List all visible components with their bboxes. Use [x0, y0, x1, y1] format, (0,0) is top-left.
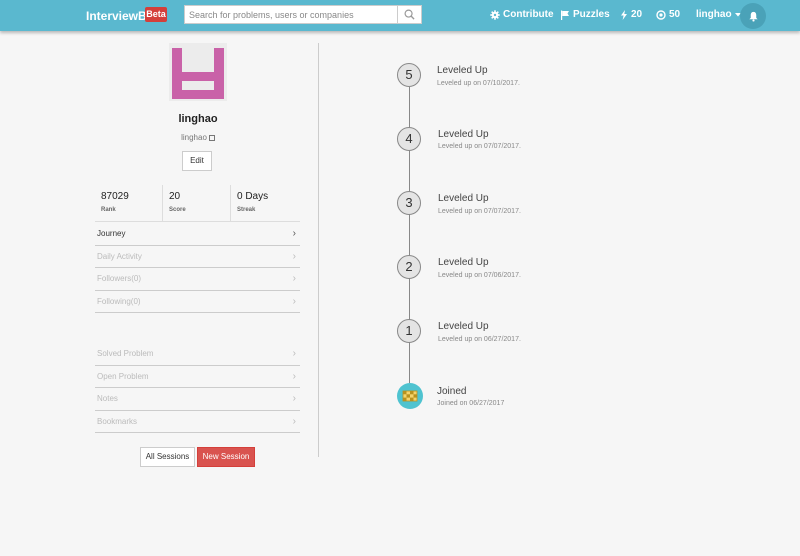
menu-item-followers[interactable]: Followers(0) ›: [95, 268, 300, 291]
new-session-button[interactable]: New Session: [197, 447, 255, 467]
stat-rank-label: Rank: [101, 207, 116, 213]
timeline-event-date: Leveled up on 07/06/2017.: [438, 272, 521, 279]
coins-indicator[interactable]: 50: [656, 9, 680, 20]
streak-indicator[interactable]: 20: [620, 9, 642, 20]
menu-item-bookmarks[interactable]: Bookmarks ›: [95, 411, 300, 433]
contribute-label: Contribute: [503, 9, 554, 20]
edit-profile-button[interactable]: Edit: [182, 151, 212, 171]
stat-streak-value: 0 Days: [237, 191, 269, 202]
timeline-level-badge: 1: [397, 319, 421, 343]
puzzles-link[interactable]: Puzzles: [560, 9, 610, 20]
menu-item-label: Solved Problem: [97, 349, 154, 358]
chevron-right-icon: ›: [292, 250, 296, 262]
timeline-event-title: Leveled Up: [438, 257, 489, 268]
menu-item-journey[interactable]: Journey ›: [95, 223, 300, 246]
menu-item-label: Bookmarks: [97, 416, 138, 426]
menu-item-daily-activity[interactable]: Daily Activity ›: [95, 246, 300, 268]
flag-icon: [561, 10, 569, 20]
profile-handle-text: linghao: [181, 133, 207, 142]
stat-rank-value: 87029: [101, 191, 129, 202]
external-link-icon[interactable]: [208, 135, 215, 141]
avatar: [169, 43, 227, 101]
profile-menu-bottom: Solved Problem › Open Problem › Notes › Boo…: [95, 343, 300, 433]
top-navbar: InterviewBit Beta Contribute Puzzles 20 …: [0, 0, 800, 31]
profile-name: linghao: [178, 113, 218, 125]
timeline-level-badge: 5: [397, 63, 421, 87]
notifications-button[interactable]: [740, 3, 766, 29]
stat-streak: 0 Days Streak: [230, 185, 300, 222]
timeline-event-date: Leveled up on 07/07/2017.: [438, 143, 521, 150]
chevron-right-icon: ›: [292, 393, 296, 404]
coins-count: 50: [669, 9, 681, 20]
menu-item-label: Followers(0): [97, 274, 142, 283]
user-menu-label: linghao: [696, 9, 732, 20]
stat-score-label: Score: [169, 207, 186, 213]
coin-icon: [656, 9, 666, 20]
menu-item-label: Daily Activity: [97, 251, 142, 261]
stat-streak-label: Streak: [237, 207, 256, 213]
search-button[interactable]: [397, 5, 422, 24]
timeline-event-date: Leveled up on 06/27/2017.: [438, 336, 521, 343]
chevron-right-icon: ›: [292, 273, 296, 284]
menu-item-solved-problem[interactable]: Solved Problem ›: [95, 343, 300, 366]
menu-item-label: Notes: [97, 394, 118, 403]
flag-icon: [402, 390, 418, 402]
chevron-right-icon: ›: [292, 348, 296, 359]
puzzles-label: Puzzles: [573, 9, 610, 20]
search-icon: [404, 9, 415, 20]
search-input[interactable]: [184, 5, 397, 24]
menu-item-label: Following(0): [97, 296, 141, 306]
chevron-right-icon: ›: [292, 415, 296, 427]
contribute-link[interactable]: Contribute: [490, 9, 554, 20]
brand-logo[interactable]: InterviewBit: [86, 9, 154, 23]
timeline-level-badge: 3: [397, 191, 421, 215]
timeline-event-title: Leveled Up: [437, 65, 488, 76]
beta-badge: Beta: [145, 7, 167, 22]
profile-handle: linghao: [148, 133, 248, 142]
menu-item-open-problem[interactable]: Open Problem ›: [95, 366, 300, 388]
streak-count: 20: [631, 9, 643, 20]
timeline-event-date: Leveled up on 07/07/2017.: [438, 208, 521, 215]
timeline-level-badge: 2: [397, 255, 421, 279]
stat-score: 20 Score: [162, 185, 230, 222]
chevron-right-icon: ›: [292, 295, 296, 307]
identicon-image: [172, 48, 224, 99]
timeline-event-date: Leveled up on 07/10/2017.: [437, 80, 520, 87]
menu-item-label: Open Problem: [97, 371, 149, 381]
timeline-event-title: Leveled Up: [438, 321, 489, 332]
menu-item-following[interactable]: Following(0) ›: [95, 291, 300, 313]
joined-title: Joined: [437, 386, 467, 397]
column-divider: [318, 43, 319, 457]
chevron-right-icon: ›: [292, 370, 296, 382]
stats-row: 87029 Rank 20 Score 0 Days Streak: [95, 185, 300, 222]
gear-icon: [490, 9, 500, 20]
lightning-icon: [621, 9, 627, 20]
joined-date: Joined on 06/27/2017: [437, 400, 505, 407]
all-sessions-button[interactable]: All Sessions: [140, 447, 195, 467]
chevron-right-icon: ›: [292, 228, 296, 239]
timeline-event-title: Leveled Up: [438, 193, 489, 204]
timeline-event-title: Leveled Up: [438, 129, 489, 140]
menu-item-notes[interactable]: Notes ›: [95, 388, 300, 411]
menu-item-label: Journey: [97, 229, 126, 238]
stat-score-value: 20: [169, 191, 181, 202]
bell-icon: [748, 11, 758, 22]
user-menu[interactable]: linghao: [696, 9, 741, 20]
joined-node: [397, 383, 423, 409]
stat-rank: 87029 Rank: [95, 185, 162, 222]
profile-menu-top: Journey › Daily Activity › Followers(0) › F…: [95, 223, 300, 313]
timeline-level-badge: 4: [397, 127, 421, 151]
